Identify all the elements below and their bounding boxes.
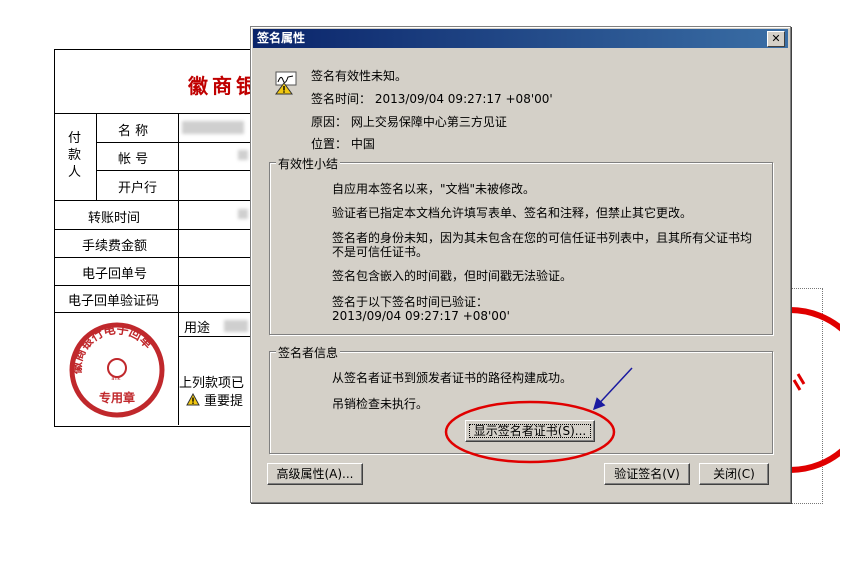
- validity-legend: 有效性小结: [276, 155, 341, 172]
- bank-branch-label: 开户行: [118, 181, 158, 196]
- validity-line: 签名于以下签名时间已验证：: [332, 295, 489, 309]
- sign-location: 位置： 中国: [311, 137, 375, 151]
- fee-label: 手续费金额: [82, 239, 148, 254]
- purpose-label: 用途: [184, 321, 211, 336]
- advanced-properties-button[interactable]: 高级属性(A)...: [267, 463, 363, 485]
- table-line: [178, 336, 254, 337]
- table-line: [54, 285, 254, 286]
- receipt-verify-label: 电子回单验证码: [68, 294, 160, 309]
- table-line: [54, 200, 254, 201]
- sign-reason: 原因： 网上交易保障中心第三方见证: [311, 115, 507, 129]
- notice-text: 上列款项已: [179, 376, 245, 391]
- validity-line: 2013/09/04 09:27:17 +08'00': [332, 309, 510, 323]
- sign-time: 签名时间： 2013/09/04 09:27:17 +08'00': [311, 92, 553, 106]
- validity-line: 签名包含嵌入的时间戳，但时间戳无法验证。: [332, 269, 573, 283]
- verify-signature-button[interactable]: 验证签名(V): [604, 463, 690, 485]
- bank-logo-icon: [107, 358, 127, 378]
- validity-line: 签名者的身份未知，因为其未包含在您的可信任证书列表中，且其所有父证书均: [332, 231, 753, 245]
- table-line: [54, 257, 254, 258]
- seal-label: 专用章: [99, 390, 135, 405]
- warning-icon: [186, 393, 200, 406]
- validity-line: 验证者已指定本文档允许填写表单、签名和注释，但禁止其它更改。: [332, 206, 693, 220]
- transfer-time-label: 转账时间: [88, 211, 141, 226]
- dialog-title: 签名属性: [257, 31, 306, 45]
- table-line: [54, 229, 254, 230]
- revocation-status: 吊销检查未执行。: [332, 397, 429, 411]
- close-icon[interactable]: ✕: [767, 31, 785, 47]
- table-line: [96, 170, 254, 171]
- show-signer-cert-button[interactable]: 显示签名者证书(S)...: [465, 420, 595, 442]
- dialog-titlebar[interactable]: 签名属性 ✕: [253, 29, 788, 48]
- bank-seal: 徽商银行电子回单 ank 专用章: [69, 321, 165, 418]
- cert-path-status: 从签名者证书到颁发者证书的路径构建成功。: [332, 371, 573, 385]
- important-text: 重要提: [204, 394, 244, 409]
- important-row: 重要提: [186, 390, 243, 409]
- payer-label: 付款人: [68, 131, 82, 180]
- blurred-value: [238, 209, 248, 219]
- table-line: [96, 142, 254, 143]
- stamp-text: 徽商银行电子回单: [69, 321, 156, 375]
- receipt-no-label: 电子回单号: [82, 267, 148, 282]
- name-label: 名 称: [118, 124, 149, 139]
- signer-legend: 签名者信息: [276, 344, 341, 361]
- signature-warning-icon: [275, 71, 297, 95]
- table-line: [178, 312, 179, 425]
- blurred-value: [238, 150, 248, 160]
- table-line: [54, 113, 254, 114]
- validity-status: 签名有效性未知。: [311, 69, 408, 83]
- validity-line: 自应用本签名以来，"文档"未被修改。: [332, 182, 536, 196]
- blurred-value: [182, 121, 244, 134]
- validity-line: 不是可信任证书。: [332, 245, 429, 259]
- blurred-value: [224, 320, 248, 332]
- signature-properties-dialog: 签名属性 ✕ 签名有效性未知。 签名时间： 2013/09/04 09:27:1…: [250, 26, 791, 503]
- table-line: [54, 312, 254, 313]
- account-label: 帐 号: [118, 152, 149, 167]
- validity-summary-group: 有效性小结 自应用本签名以来，"文档"未被修改。 验证者已指定本文档允许填写表单…: [269, 155, 773, 335]
- table-line: [178, 113, 179, 312]
- svg-text:ank: ank: [111, 376, 120, 382]
- close-button[interactable]: 关闭(C): [699, 463, 769, 485]
- focus-ring: [469, 424, 591, 438]
- table-line: [96, 113, 97, 200]
